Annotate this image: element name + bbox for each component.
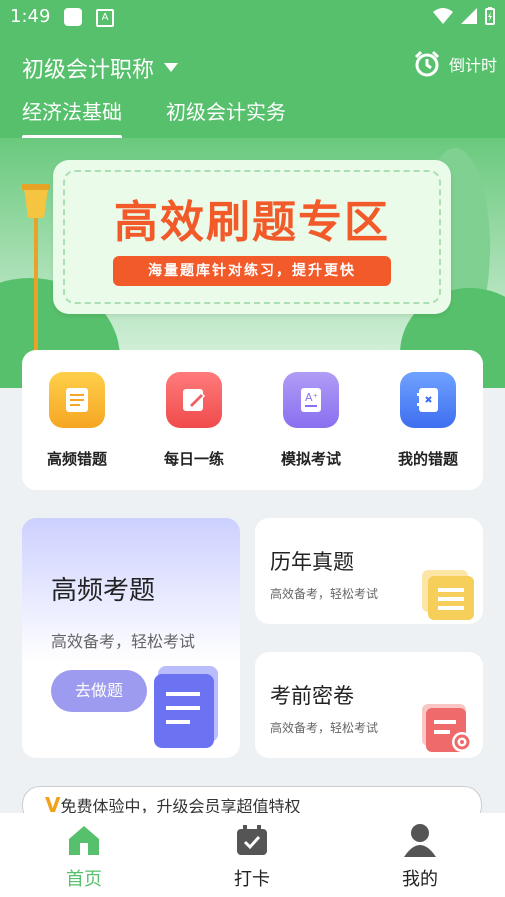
battery-icon <box>485 7 495 25</box>
countdown-label: 倒计时 <box>448 56 497 75</box>
target-paper-icon <box>422 704 472 752</box>
svg-text:A⁺: A⁺ <box>305 391 319 404</box>
quick-actions: 高频错题 每日一练 A⁺ 模拟考试 我的错题 <box>22 350 483 490</box>
status-bar: 1:49 A <box>0 0 505 34</box>
card-subtitle: 高效备考，轻松考试 <box>51 632 196 651</box>
tab-label: 打卡 <box>234 869 270 890</box>
caret-down-icon <box>164 63 179 72</box>
card-subtitle: 高效备考，轻松考试 <box>270 587 379 601</box>
tab-accounting-practice[interactable]: 初级会计实务 <box>166 96 286 139</box>
tab-economic-law[interactable]: 经济法基础 <box>22 96 122 139</box>
quick-mock-exam[interactable]: A⁺ 模拟考试 <box>266 372 356 469</box>
banner-title: 高效刷题专区 <box>114 197 390 248</box>
card-title: 高频考题 <box>51 576 156 606</box>
error-book-icon <box>400 372 456 428</box>
tab-mine[interactable]: 我的 <box>370 823 470 891</box>
subject-tabs: 经济法基础 初级会计实务 <box>22 96 286 139</box>
banner-subtitle: 海量题库针对练习，提升更快 <box>113 256 391 286</box>
user-icon <box>404 824 436 857</box>
quick-frequent-errors[interactable]: 高频错题 <box>32 372 122 469</box>
pencil-icon <box>166 372 222 428</box>
tab-label: 我的 <box>402 869 438 890</box>
quick-my-errors[interactable]: 我的错题 <box>383 372 473 469</box>
go-practice-button[interactable]: 去做题 <box>51 670 147 712</box>
quick-daily-practice[interactable]: 每日一练 <box>149 372 239 469</box>
alarm-clock-icon <box>414 50 440 77</box>
header: 初级会计职称 倒计时 经济法基础 初级会计实务 <box>0 34 505 139</box>
document-stack-icon <box>422 570 474 620</box>
secret-papers-card[interactable]: 考前密卷 高效备考，轻松考试 <box>255 652 483 758</box>
card-title: 历年真题 <box>270 550 354 574</box>
quick-label: 我的错题 <box>397 450 458 468</box>
tab-home[interactable]: 首页 <box>34 823 134 891</box>
app-notification-icon: A <box>96 9 114 27</box>
home-icon <box>69 826 99 855</box>
card-title: 考前密卷 <box>270 684 354 708</box>
quick-label: 高频错题 <box>46 450 107 468</box>
notification-icon <box>64 8 82 26</box>
list-icon <box>49 372 105 428</box>
bottom-tab-bar: 首页 打卡 我的 <box>0 813 505 897</box>
wifi-icon <box>433 8 453 24</box>
past-exams-card[interactable]: 历年真题 高效备考，轻松考试 <box>255 518 483 624</box>
quick-label: 每日一练 <box>163 450 224 468</box>
signal-icon <box>461 8 477 24</box>
tab-checkin[interactable]: 打卡 <box>202 823 302 891</box>
frequent-questions-card[interactable]: 高频考题 高效备考，轻松考试 去做题 <box>22 518 240 758</box>
calendar-check-icon <box>237 825 267 855</box>
banner-card: 高效刷题专区 海量题库针对练习，提升更快 <box>53 160 451 314</box>
card-subtitle: 高效备考，轻松考试 <box>270 721 379 735</box>
countdown-button[interactable]: 倒计时 <box>413 50 497 78</box>
status-time: 1:49 <box>10 6 51 27</box>
lamp-post-icon <box>22 184 50 358</box>
subject-selector[interactable]: 初级会计职称 <box>22 52 179 84</box>
quick-label: 模拟考试 <box>280 450 341 468</box>
exam-paper-icon: A⁺ <box>283 372 339 428</box>
tab-label: 首页 <box>66 869 102 890</box>
subject-label: 初级会计职称 <box>22 58 155 83</box>
scroll-document-icon <box>154 666 218 748</box>
